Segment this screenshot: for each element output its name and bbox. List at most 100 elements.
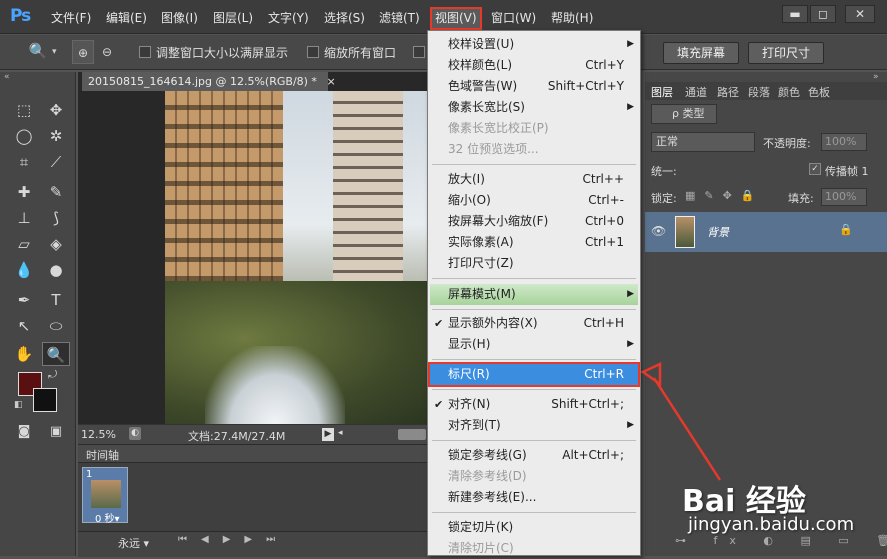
menu-row-proof-colors[interactable]: 校样颜色(L) Ctrl+Y bbox=[430, 55, 638, 76]
eyedropper-icon[interactable]: ⟋ bbox=[42, 150, 70, 174]
tab-channels[interactable]: 通道 bbox=[685, 84, 707, 100]
menu-view[interactable]: 视图(V) bbox=[430, 7, 482, 30]
close-button[interactable]: ✕ bbox=[845, 5, 875, 23]
zoom-in-icon[interactable]: ⊕ bbox=[72, 40, 94, 64]
collapse-icon[interactable]: « bbox=[4, 72, 10, 82]
document-tab[interactable]: 20150815_164614.jpg @ 12.5%(RGB/8) * × bbox=[82, 72, 336, 91]
scrubby-zoom-checkbox[interactable] bbox=[413, 46, 425, 58]
menu-window[interactable]: 窗口(W) bbox=[491, 8, 536, 28]
screen-mode-icon[interactable]: ▣ bbox=[42, 420, 70, 444]
document-info: 文档:27.4M/27.4M bbox=[188, 430, 286, 443]
path-selection-icon[interactable]: ↖ bbox=[10, 314, 38, 338]
crop-tool-icon[interactable]: ⌗ bbox=[10, 150, 38, 174]
layer-name[interactable]: 背景 bbox=[707, 224, 729, 240]
expand-icon[interactable]: » bbox=[873, 72, 879, 82]
menu-row-show-extras[interactable]: ✔ 显示额外内容(X) Ctrl+H bbox=[430, 313, 638, 334]
menu-row-lock-guides[interactable]: 锁定参考线(G) Alt+Ctrl+; bbox=[430, 445, 638, 466]
submenu-arrow-icon: ▶ bbox=[627, 39, 634, 49]
menu-row-gamut-warning[interactable]: 色域警告(W) Shift+Ctrl+Y bbox=[430, 76, 638, 97]
menu-row-snap[interactable]: ✔ 对齐(N) Shift+Ctrl+; bbox=[430, 394, 638, 415]
history-brush-icon[interactable]: ⟆ bbox=[42, 206, 70, 230]
menu-row-show[interactable]: 显示(H) ▶ bbox=[430, 334, 638, 355]
marquee-tool-icon[interactable]: ⬚ bbox=[10, 98, 38, 122]
ellipse-tool-icon[interactable]: ⬭ bbox=[42, 314, 70, 338]
scroll-left-icon[interactable]: ◂ bbox=[338, 428, 343, 438]
menu-row-actual-pixels[interactable]: 实际像素(A) Ctrl+1 bbox=[430, 232, 638, 253]
brush-tool-icon[interactable]: ✎ bbox=[42, 180, 70, 204]
tab-color[interactable]: 颜色 bbox=[778, 84, 800, 100]
restore-button[interactable]: ◻ bbox=[810, 5, 836, 23]
zoom-tool-icon[interactable]: 🔍 bbox=[42, 342, 70, 366]
zoom-all-checkbox[interactable] bbox=[307, 46, 319, 58]
tab-paths[interactable]: 路径 bbox=[717, 84, 739, 100]
menu-row-zoom-in[interactable]: 放大(I) Ctrl++ bbox=[430, 169, 638, 190]
menu-row-zoom-out[interactable]: 缩小(O) Ctrl+- bbox=[430, 190, 638, 211]
layer-panel-buttons[interactable]: ⊶ fx ◐ ▤ ▭ 🗑 bbox=[675, 534, 887, 547]
menu-help[interactable]: 帮助(H) bbox=[551, 8, 593, 28]
fill-screen-button[interactable]: 填充屏幕 bbox=[663, 42, 739, 64]
timeline-title[interactable]: 时间轴 bbox=[86, 447, 119, 463]
menu-image[interactable]: 图像(I) bbox=[161, 8, 198, 28]
tool-preset-dropdown-icon[interactable]: ▾ bbox=[52, 47, 57, 57]
menu-row-print-size[interactable]: 打印尺寸(Z) bbox=[430, 253, 638, 274]
blend-mode-select[interactable]: 正常 bbox=[651, 132, 755, 152]
menu-row-lock-slices[interactable]: 锁定切片(K) bbox=[430, 517, 638, 538]
type-tool-icon[interactable]: T bbox=[42, 288, 70, 312]
opacity-input[interactable]: 100% bbox=[821, 133, 867, 151]
menu-row-clear-guides: 清除参考线(D) bbox=[448, 469, 527, 483]
magic-wand-icon[interactable]: ✲ bbox=[42, 124, 70, 148]
quick-mask-icon[interactable]: ◙ bbox=[10, 420, 38, 444]
propagate-frame-label: 传播帧 1 bbox=[825, 165, 869, 178]
tab-swatches[interactable]: 色板 bbox=[808, 84, 830, 100]
move-tool-icon[interactable]: ✥ bbox=[42, 98, 70, 122]
default-colors-icon[interactable]: ◧ bbox=[14, 400, 23, 410]
print-size-button[interactable]: 打印尺寸 bbox=[748, 42, 824, 64]
menu-row-snap-to[interactable]: 对齐到(T) ▶ bbox=[430, 415, 638, 436]
menu-row-rulers[interactable]: 标尺(R) Ctrl+R bbox=[428, 362, 640, 387]
zoom-level[interactable]: 12.5% bbox=[81, 428, 116, 441]
minimize-button[interactable]: ▬ bbox=[782, 5, 808, 23]
lock-icons[interactable]: ▦✎✥🔒 bbox=[685, 189, 764, 202]
visibility-eye-icon[interactable]: 👁 bbox=[651, 224, 666, 238]
menu-row-proof-setup[interactable]: 校样设置(U) ▶ bbox=[430, 34, 638, 55]
healing-brush-icon[interactable]: ✚ bbox=[10, 180, 38, 204]
menu-type[interactable]: 文字(Y) bbox=[268, 8, 309, 28]
layer-kind-filter[interactable]: ρ 类型 bbox=[651, 104, 717, 124]
layer-row-background[interactable]: 👁 背景 🔒 bbox=[645, 212, 887, 252]
fill-input[interactable]: 100% bbox=[821, 188, 867, 206]
menu-edit[interactable]: 编辑(E) bbox=[106, 8, 147, 28]
menu-row-fit-screen[interactable]: 按屏幕大小缩放(F) Ctrl+0 bbox=[430, 211, 638, 232]
menu-file[interactable]: 文件(F) bbox=[51, 8, 91, 28]
background-color-swatch[interactable] bbox=[33, 388, 57, 412]
loop-dropdown[interactable]: 永远 ▾ bbox=[118, 535, 149, 551]
horizontal-scrollbar-thumb[interactable] bbox=[398, 429, 426, 440]
frame-delay[interactable]: 0 秒▾ bbox=[95, 510, 120, 525]
pen-tool-icon[interactable]: ✒ bbox=[10, 288, 38, 312]
menu-row-new-guide[interactable]: 新建参考线(E)... bbox=[430, 487, 638, 508]
menu-select[interactable]: 选择(S) bbox=[324, 8, 365, 28]
resize-window-checkbox[interactable] bbox=[139, 46, 151, 58]
zoom-tool-icon[interactable]: 🔍 bbox=[24, 39, 52, 63]
lasso-tool-icon[interactable]: ◯ bbox=[10, 124, 38, 148]
menu-layer[interactable]: 图层(L) bbox=[213, 8, 253, 28]
eraser-tool-icon[interactable]: ▱ bbox=[10, 232, 38, 256]
blur-tool-icon[interactable]: 💧 bbox=[10, 258, 38, 282]
tab-paragraph[interactable]: 段落 bbox=[748, 84, 770, 100]
photo-image[interactable] bbox=[165, 91, 428, 425]
status-info-icon[interactable]: ◐ bbox=[129, 427, 141, 440]
tab-layers[interactable]: 图层 bbox=[651, 84, 673, 100]
menu-filter[interactable]: 滤镜(T) bbox=[379, 8, 420, 28]
menu-row-pixel-aspect[interactable]: 像素长宽比(S) ▶ bbox=[430, 97, 638, 118]
zoom-out-icon[interactable]: ⊖ bbox=[96, 40, 118, 64]
status-menu-arrow-icon[interactable]: ▶ bbox=[322, 428, 334, 441]
animation-frame[interactable]: 1 0 秒▾ bbox=[82, 467, 128, 525]
dodge-tool-icon[interactable]: ● bbox=[42, 258, 70, 282]
hand-tool-icon[interactable]: ✋ bbox=[10, 342, 38, 366]
paint-bucket-icon[interactable]: ◈ bbox=[42, 232, 70, 256]
swap-colors-icon[interactable]: ⤾ bbox=[48, 368, 57, 382]
propagate-frame-checkbox[interactable]: ✓ bbox=[809, 163, 821, 175]
playback-controls[interactable]: ⏮◀▶▶⏭ bbox=[178, 534, 289, 545]
document-close-icon[interactable]: × bbox=[326, 75, 335, 88]
clone-stamp-icon[interactable]: ⊥ bbox=[10, 206, 38, 230]
menu-row-screen-mode[interactable]: 屏幕模式(M) ▶ bbox=[430, 284, 638, 305]
